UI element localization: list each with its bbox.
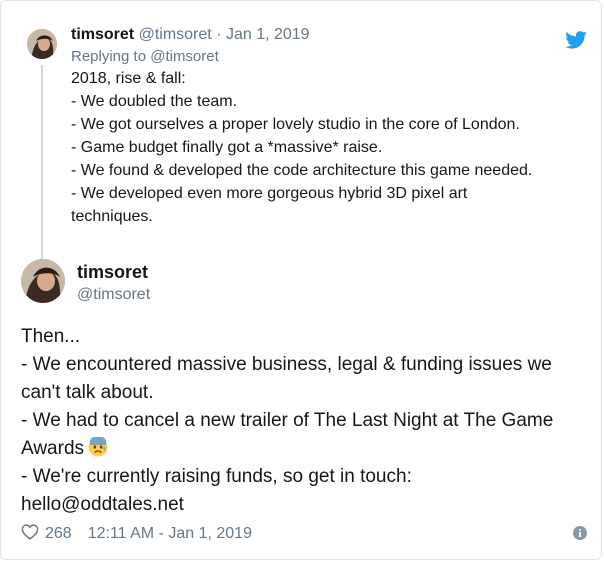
twitter-bird-icon[interactable]	[565, 31, 587, 49]
heart-icon[interactable]	[21, 524, 39, 540]
main-text-line-segment: Awards	[21, 438, 85, 459]
parent-author-handle[interactable]: @timsoret	[139, 26, 212, 43]
like-count[interactable]: 268	[45, 525, 72, 542]
parent-text-line: techniques.	[71, 208, 153, 225]
replying-to-label[interactable]: Replying to @timsoret	[71, 47, 581, 67]
parent-tweet-text: 2018, rise & fall: - We doubled the team…	[71, 67, 581, 228]
parent-text-line: - We doubled the team.	[71, 93, 238, 110]
main-avatar[interactable]	[21, 259, 65, 303]
main-text-line: - We encountered massive business, legal…	[21, 354, 552, 375]
main-text-line: Awards	[21, 435, 591, 463]
tweet-embed-card: timsoret @timsoret · Jan 1, 2019 Replyin…	[0, 0, 602, 560]
parent-author-name[interactable]: timsoret	[71, 26, 134, 43]
main-tweet-text: Then... - We encountered massive busines…	[21, 323, 591, 519]
thread-connector-line	[41, 65, 43, 275]
main-author-handle[interactable]: @timsoret	[77, 285, 150, 305]
parent-text-line: 2018, rise & fall:	[71, 70, 186, 87]
main-author-name[interactable]: timsoret	[77, 261, 148, 283]
main-text-line[interactable]: hello@oddtales.net	[21, 491, 591, 519]
parent-tweet-header: timsoret @timsoret · Jan 1, 2019	[71, 23, 581, 47]
tweet-footer: 268 12:11 AM - Jan 1, 2019	[21, 523, 252, 545]
parent-tweet-date[interactable]: Jan 1, 2019	[226, 26, 310, 43]
parent-text-line: - We got ourselves a proper lovely studi…	[71, 116, 520, 133]
parent-text-line: - We found & developed the code architec…	[71, 162, 533, 179]
anxious-face-with-sweat-icon	[88, 437, 108, 457]
parent-avatar[interactable]	[27, 29, 57, 59]
tweet-timestamp[interactable]: 12:11 AM - Jan 1, 2019	[88, 525, 252, 542]
parent-text-line: - Game budget finally got a *massive* ra…	[71, 139, 383, 156]
info-icon[interactable]	[573, 526, 587, 540]
main-text-line: can't talk about.	[21, 382, 154, 403]
main-text-line: - We had to cancel a new trailer of The …	[21, 410, 554, 431]
main-text-line: Then...	[21, 326, 81, 347]
main-text-line: - We're currently raising funds, so get …	[21, 466, 412, 487]
header-separator: ·	[216, 26, 222, 43]
parent-text-line: - We developed even more gorgeous hybrid…	[71, 185, 468, 202]
parent-tweet-body: timsoret @timsoret · Jan 1, 2019 Replyin…	[71, 23, 581, 228]
